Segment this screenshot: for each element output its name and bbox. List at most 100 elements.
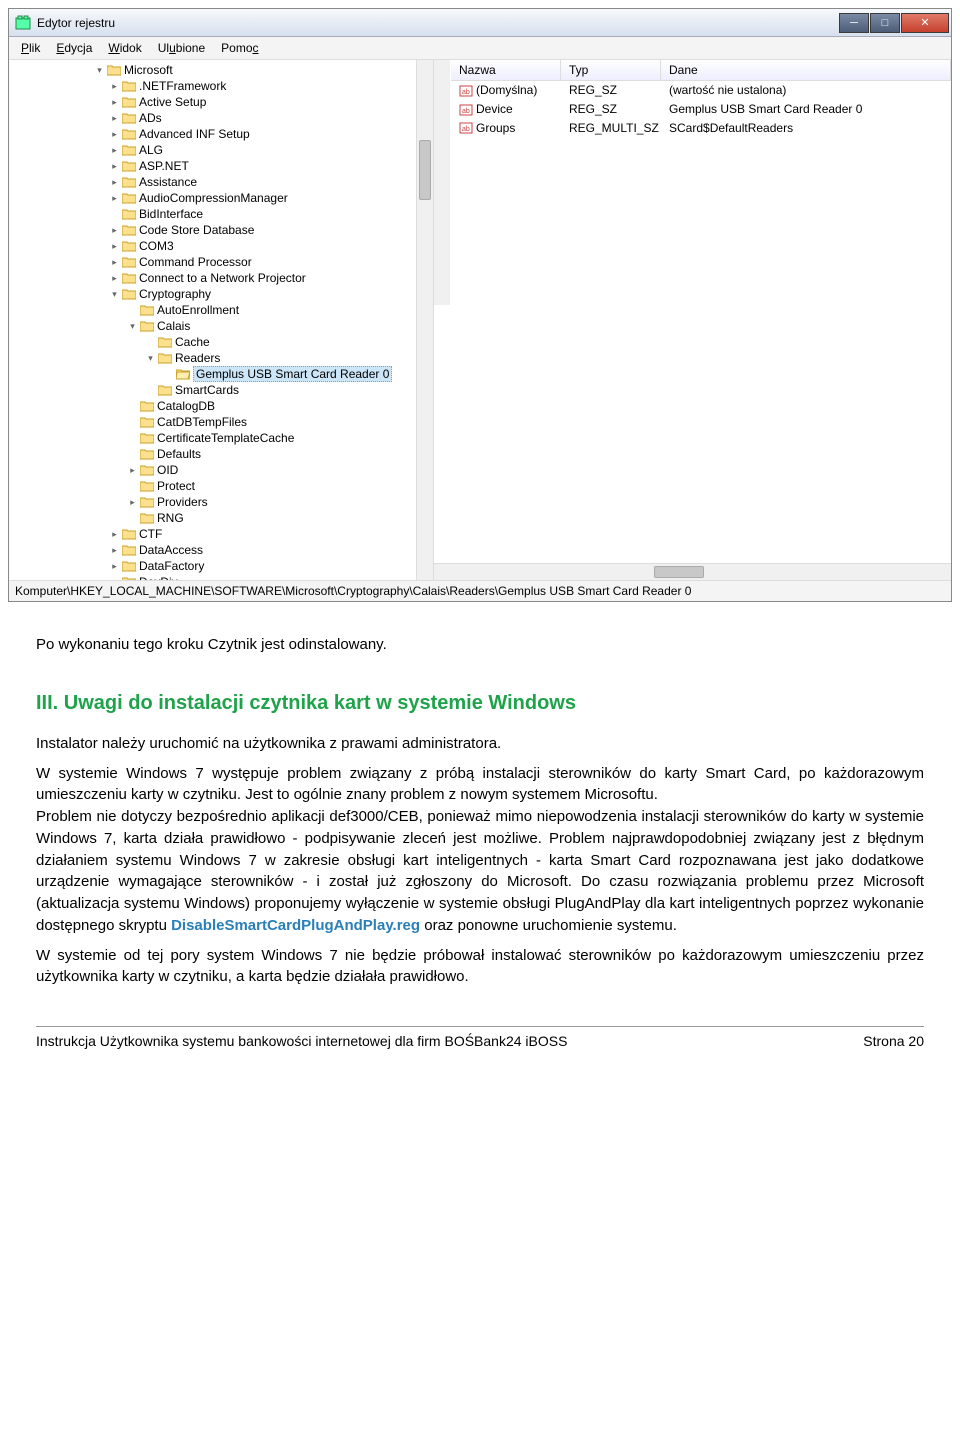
tree-pane[interactable]: ▾Microsoft▸.NETFramework▸Active Setup▸AD…: [9, 60, 434, 580]
tree-node[interactable]: ▸ DataFactory: [9, 558, 433, 574]
tree-node[interactable]: ▸Command Processor: [9, 254, 433, 270]
tree-expander-icon[interactable]: ▸: [109, 113, 120, 124]
tree-node[interactable]: RNG: [9, 510, 433, 526]
tree-node-label: OID: [157, 463, 178, 477]
splitter-scrollbar[interactable]: [433, 60, 450, 305]
col-name[interactable]: Nazwa: [451, 60, 561, 80]
list-header: Nazwa Typ Dane: [451, 60, 951, 81]
list-hscroll[interactable]: [434, 563, 951, 580]
menu-plik[interactable]: Plik: [13, 39, 48, 57]
tree-expander-icon[interactable]: ▸: [109, 241, 120, 252]
tree-expander-icon[interactable]: ▸: [127, 497, 138, 508]
tree-node[interactable]: ▸Connect to a Network Projector: [9, 270, 433, 286]
value-name: (Domyślna): [476, 83, 537, 97]
close-button[interactable]: ✕: [901, 13, 949, 33]
tree-expander-icon[interactable]: ▾: [127, 321, 138, 332]
tree-node[interactable]: AutoEnrollment: [9, 302, 433, 318]
tree-expander-icon: [127, 481, 138, 492]
reg-script-link[interactable]: DisableSmartCardPlugAndPlay.reg: [171, 917, 420, 934]
tree-node[interactable]: ▸Assistance: [9, 174, 433, 190]
col-data[interactable]: Dane: [661, 60, 951, 80]
svg-text:ab: ab: [462, 108, 470, 115]
menu-pomoc[interactable]: Pomoc: [213, 39, 266, 57]
tree-expander-icon[interactable]: ▸: [109, 561, 120, 572]
tree-expander-icon[interactable]: ▸: [109, 529, 120, 540]
menu-ulubione[interactable]: Ulubione: [150, 39, 213, 57]
tree-node-label: BidInterface: [139, 207, 203, 221]
tree-node[interactable]: ▸DevDiv: [9, 574, 433, 580]
folder-icon: [140, 464, 154, 476]
tree-node[interactable]: ▸CTF: [9, 526, 433, 542]
folder-icon: [158, 336, 172, 348]
tree-node[interactable]: Cache: [9, 334, 433, 350]
folder-icon: [122, 528, 136, 540]
tree-expander-icon: [127, 433, 138, 444]
tree-node[interactable]: CertificateTemplateCache: [9, 430, 433, 446]
tree-node[interactable]: ▸AudioCompressionManager: [9, 190, 433, 206]
tree-expander-icon[interactable]: ▸: [109, 577, 120, 581]
tree-node[interactable]: ▾Calais: [9, 318, 433, 334]
tree-expander-icon[interactable]: ▸: [109, 97, 120, 108]
list-row[interactable]: abDeviceREG_SZGemplus USB Smart Card Rea…: [451, 100, 951, 119]
tree-expander-icon[interactable]: ▾: [145, 353, 156, 364]
tree-expander-icon[interactable]: ▸: [109, 257, 120, 268]
tree-expander-icon[interactable]: ▸: [109, 545, 120, 556]
tree-expander-icon[interactable]: ▸: [109, 225, 120, 236]
tree-node-label: Code Store Database: [139, 223, 254, 237]
tree-expander-icon[interactable]: ▸: [109, 129, 120, 140]
tree-expander-icon[interactable]: ▸: [109, 145, 120, 156]
folder-icon: [122, 560, 136, 572]
tree-scrollbar[interactable]: [416, 60, 433, 580]
list-row[interactable]: abGroupsREG_MULTI_SZSCard$DefaultReaders: [451, 119, 951, 138]
tree-expander-icon[interactable]: ▸: [127, 465, 138, 476]
tree-node[interactable]: CatalogDB: [9, 398, 433, 414]
list-pane[interactable]: Nazwa Typ Dane ab(Domyślna)REG_SZ(wartoś…: [434, 60, 951, 580]
tree-node[interactable]: ▸DataAccess: [9, 542, 433, 558]
tree-node[interactable]: CatDBTempFiles: [9, 414, 433, 430]
tree-expander-icon[interactable]: ▾: [94, 65, 105, 76]
tree-expander-icon: [109, 209, 120, 220]
tree-node[interactable]: ▾Readers: [9, 350, 433, 366]
tree-node[interactable]: ▸ASP.NET: [9, 158, 433, 174]
page-footer: Instrukcja Użytkownika systemu bankowośc…: [36, 1026, 924, 1063]
tree-node-label: Microsoft: [124, 63, 173, 77]
tree-node[interactable]: SmartCards: [9, 382, 433, 398]
tree-node[interactable]: ▸.NETFramework: [9, 78, 433, 94]
tree-node-label: Cache: [175, 335, 210, 349]
maximize-button[interactable]: □: [870, 13, 900, 33]
tree-node[interactable]: ▸ Active Setup: [9, 94, 433, 110]
folder-icon: [140, 400, 154, 412]
tree-node[interactable]: Defaults: [9, 446, 433, 462]
tree-node[interactable]: ▾ Microsoft: [9, 62, 433, 78]
menu-widok[interactable]: Widok: [100, 39, 149, 57]
tree-expander-icon[interactable]: ▸: [109, 81, 120, 92]
folder-icon: [140, 512, 154, 524]
tree-node[interactable]: Gemplus USB Smart Card Reader 0: [9, 366, 433, 382]
tree-node-label: Defaults: [157, 447, 201, 461]
folder-icon: [122, 96, 136, 108]
tree-expander-icon[interactable]: ▸: [109, 161, 120, 172]
tree-node[interactable]: ▸ADs: [9, 110, 433, 126]
tree-expander-icon[interactable]: ▸: [109, 177, 120, 188]
folder-icon: [122, 144, 136, 156]
tree-node[interactable]: Protect: [9, 478, 433, 494]
list-row[interactable]: ab(Domyślna)REG_SZ(wartość nie ustalona): [451, 81, 951, 100]
tree-node-label: DataFactory: [139, 559, 204, 573]
tree-node-label: Active Setup: [139, 95, 206, 109]
tree-node[interactable]: ▸ OID: [9, 462, 433, 478]
tree-node-label: Advanced INF Setup: [139, 127, 250, 141]
titlebar[interactable]: Edytor rejestru ─ □ ✕: [9, 9, 951, 37]
col-type[interactable]: Typ: [561, 60, 661, 80]
tree-node[interactable]: ▸ Code Store Database: [9, 222, 433, 238]
tree-expander-icon[interactable]: ▾: [109, 289, 120, 300]
minimize-button[interactable]: ─: [839, 13, 869, 33]
tree-node[interactable]: ▸COM3: [9, 238, 433, 254]
tree-expander-icon[interactable]: ▸: [109, 193, 120, 204]
tree-node[interactable]: BidInterface: [9, 206, 433, 222]
menu-edycja[interactable]: Edycja: [48, 39, 100, 57]
tree-expander-icon[interactable]: ▸: [109, 273, 120, 284]
tree-node[interactable]: ▸ Advanced INF Setup: [9, 126, 433, 142]
tree-node[interactable]: ▸Providers: [9, 494, 433, 510]
tree-node[interactable]: ▸ALG: [9, 142, 433, 158]
tree-node[interactable]: ▾Cryptography: [9, 286, 433, 302]
